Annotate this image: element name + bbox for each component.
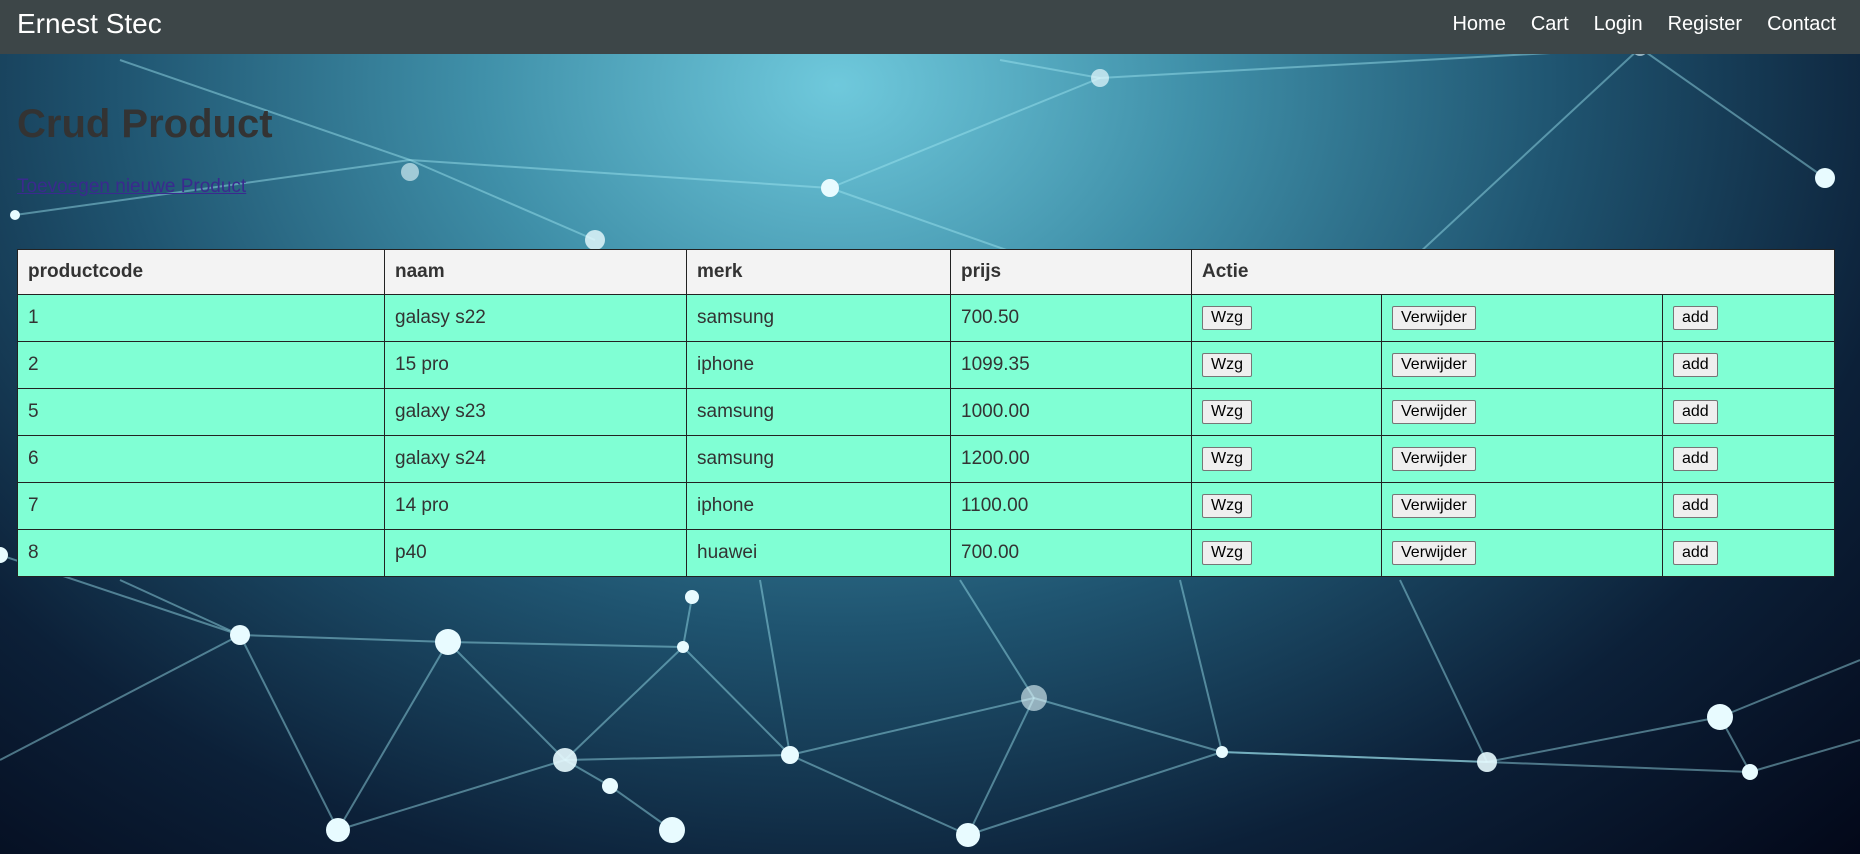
table-header-row: productcode naam merk prijs Actie — [17, 249, 1835, 295]
cell-productcode: 2 — [17, 341, 385, 389]
table-row: 7 14 pro iphone 1100.00 Wzg Verwijder add — [17, 482, 1835, 530]
cell-action: Wzg — [1191, 341, 1382, 389]
cell-merk: iphone — [686, 341, 951, 389]
cell-action: Verwijder — [1381, 435, 1663, 483]
cell-productcode: 6 — [17, 435, 385, 483]
cell-prijs: 1200.00 — [950, 435, 1192, 483]
cell-action: add — [1662, 341, 1835, 389]
add-product-link[interactable]: Toevoegen nieuwe Product — [17, 176, 246, 198]
cell-action: add — [1662, 294, 1835, 342]
cell-action: add — [1662, 388, 1835, 436]
cell-action: Wzg — [1191, 388, 1382, 436]
table-body: 1 galasy s22 samsung 700.50 Wzg Verwijder add 2… — [17, 294, 1835, 577]
cell-productcode: 8 — [17, 529, 385, 577]
cell-action: Verwijder — [1381, 529, 1663, 577]
cell-action: Verwijder — [1381, 294, 1663, 342]
cell-prijs: 700.50 — [950, 294, 1192, 342]
add-to-cart-button[interactable]: add — [1673, 306, 1718, 330]
add-to-cart-button[interactable]: add — [1673, 400, 1718, 424]
add-to-cart-button[interactable]: add — [1673, 494, 1718, 518]
add-to-cart-button[interactable]: add — [1673, 541, 1718, 565]
cell-productcode: 7 — [17, 482, 385, 530]
table-row: 6 galaxy s24 samsung 1200.00 Wzg Verwijder add — [17, 435, 1835, 483]
col-header-naam: naam — [384, 249, 687, 295]
cell-action: Verwijder — [1381, 388, 1663, 436]
nav-home-link[interactable]: Home — [1452, 13, 1505, 36]
edit-button[interactable]: Wzg — [1202, 353, 1252, 377]
cell-prijs: 1099.35 — [950, 341, 1192, 389]
nav-cart-link[interactable]: Cart — [1531, 13, 1569, 36]
cell-action: Wzg — [1191, 529, 1382, 577]
delete-button[interactable]: Verwijder — [1392, 400, 1476, 424]
table-row: 1 galasy s22 samsung 700.50 Wzg Verwijder add — [17, 294, 1835, 342]
product-table: productcode naam merk prijs Actie 1 galas… — [17, 249, 1835, 577]
cell-naam: 15 pro — [384, 341, 687, 389]
edit-button[interactable]: Wzg — [1202, 400, 1252, 424]
add-to-cart-button[interactable]: add — [1673, 353, 1718, 377]
table-row: 8 p40 huawei 700.00 Wzg Verwijder add — [17, 529, 1835, 577]
delete-button[interactable]: Verwijder — [1392, 306, 1476, 330]
cell-action: add — [1662, 435, 1835, 483]
add-to-cart-button[interactable]: add — [1673, 447, 1718, 471]
delete-button[interactable]: Verwijder — [1392, 494, 1476, 518]
cell-action: Verwijder — [1381, 341, 1663, 389]
cell-action: add — [1662, 482, 1835, 530]
nav-contact-link[interactable]: Contact — [1767, 13, 1836, 36]
cell-naam: galasy s22 — [384, 294, 687, 342]
table-row: 5 galaxy s23 samsung 1000.00 Wzg Verwijder add — [17, 388, 1835, 436]
main-content: Crud Product Toevoegen nieuwe Product pr… — [17, 54, 1837, 577]
table-row: 2 15 pro iphone 1099.35 Wzg Verwijder add — [17, 341, 1835, 389]
edit-button[interactable]: Wzg — [1202, 306, 1252, 330]
cell-action: Wzg — [1191, 482, 1382, 530]
cell-naam: 14 pro — [384, 482, 687, 530]
cell-action: Verwijder — [1381, 482, 1663, 530]
cell-naam: galaxy s24 — [384, 435, 687, 483]
delete-button[interactable]: Verwijder — [1392, 447, 1476, 471]
cell-merk: samsung — [686, 435, 951, 483]
col-header-merk: merk — [686, 249, 951, 295]
cell-action: add — [1662, 529, 1835, 577]
cell-merk: huawei — [686, 529, 951, 577]
cell-action: Wzg — [1191, 435, 1382, 483]
cell-merk: samsung — [686, 388, 951, 436]
cell-prijs: 700.00 — [950, 529, 1192, 577]
col-header-actie: Actie — [1191, 249, 1835, 295]
cell-productcode: 1 — [17, 294, 385, 342]
nav-login-link[interactable]: Login — [1594, 13, 1643, 36]
edit-button[interactable]: Wzg — [1202, 541, 1252, 565]
delete-button[interactable]: Verwijder — [1392, 353, 1476, 377]
page-title: Crud Product — [17, 102, 273, 146]
edit-button[interactable]: Wzg — [1202, 494, 1252, 518]
nav-links: Home Cart Login Register Contact — [1427, 13, 1836, 36]
cell-naam: galaxy s23 — [384, 388, 687, 436]
edit-button[interactable]: Wzg — [1202, 447, 1252, 471]
cell-prijs: 1000.00 — [950, 388, 1192, 436]
top-navbar: Ernest Stec Home Cart Login Register Con… — [0, 0, 1860, 54]
cell-naam: p40 — [384, 529, 687, 577]
cell-action: Wzg — [1191, 294, 1382, 342]
col-header-prijs: prijs — [950, 249, 1192, 295]
cell-merk: samsung — [686, 294, 951, 342]
delete-button[interactable]: Verwijder — [1392, 541, 1476, 565]
col-header-productcode: productcode — [17, 249, 385, 295]
cell-prijs: 1100.00 — [950, 482, 1192, 530]
cell-merk: iphone — [686, 482, 951, 530]
cell-productcode: 5 — [17, 388, 385, 436]
brand-link[interactable]: Ernest Stec — [17, 8, 162, 40]
nav-register-link[interactable]: Register — [1668, 13, 1742, 36]
